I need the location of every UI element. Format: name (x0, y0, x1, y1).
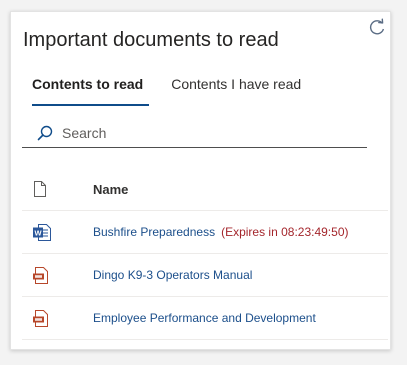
refresh-icon[interactable] (367, 18, 387, 38)
column-header-name[interactable]: Name (93, 182, 128, 197)
tab-contents-to-read[interactable]: Contents to read (23, 74, 151, 106)
table-row[interactable]: W Bushfire Preparedness (Expires in 08:2… (22, 211, 388, 254)
pdf-doc-icon (33, 266, 48, 284)
svg-text:W: W (34, 228, 42, 237)
document-link[interactable]: Dingo K9-3 Operators Manual (93, 268, 252, 282)
search-box (22, 118, 367, 148)
search-icon (37, 125, 53, 140)
document-link[interactable]: Employee Performance and Development (93, 311, 316, 325)
tab-list: Contents to read Contents I have read (23, 74, 309, 106)
table-row[interactable]: Employee Performance and Development (22, 297, 388, 340)
important-documents-webpart: Important documents to read Contents to … (10, 11, 391, 350)
word-doc-icon: W (33, 223, 51, 241)
documents-table: Name W Bushfire Preparedness (Expires in… (22, 168, 388, 340)
expiry-label: (Expires in 08:23:49:50) (221, 225, 349, 239)
tab-contents-i-have-read[interactable]: Contents I have read (163, 74, 309, 104)
file-icon (34, 181, 46, 197)
pdf-doc-icon (33, 309, 48, 327)
table-header-row: Name (22, 168, 388, 211)
document-link[interactable]: Bushfire Preparedness (93, 225, 215, 239)
table-row[interactable]: Dingo K9-3 Operators Manual (22, 254, 388, 297)
search-input[interactable] (62, 124, 352, 141)
webpart-title: Important documents to read (23, 29, 279, 51)
